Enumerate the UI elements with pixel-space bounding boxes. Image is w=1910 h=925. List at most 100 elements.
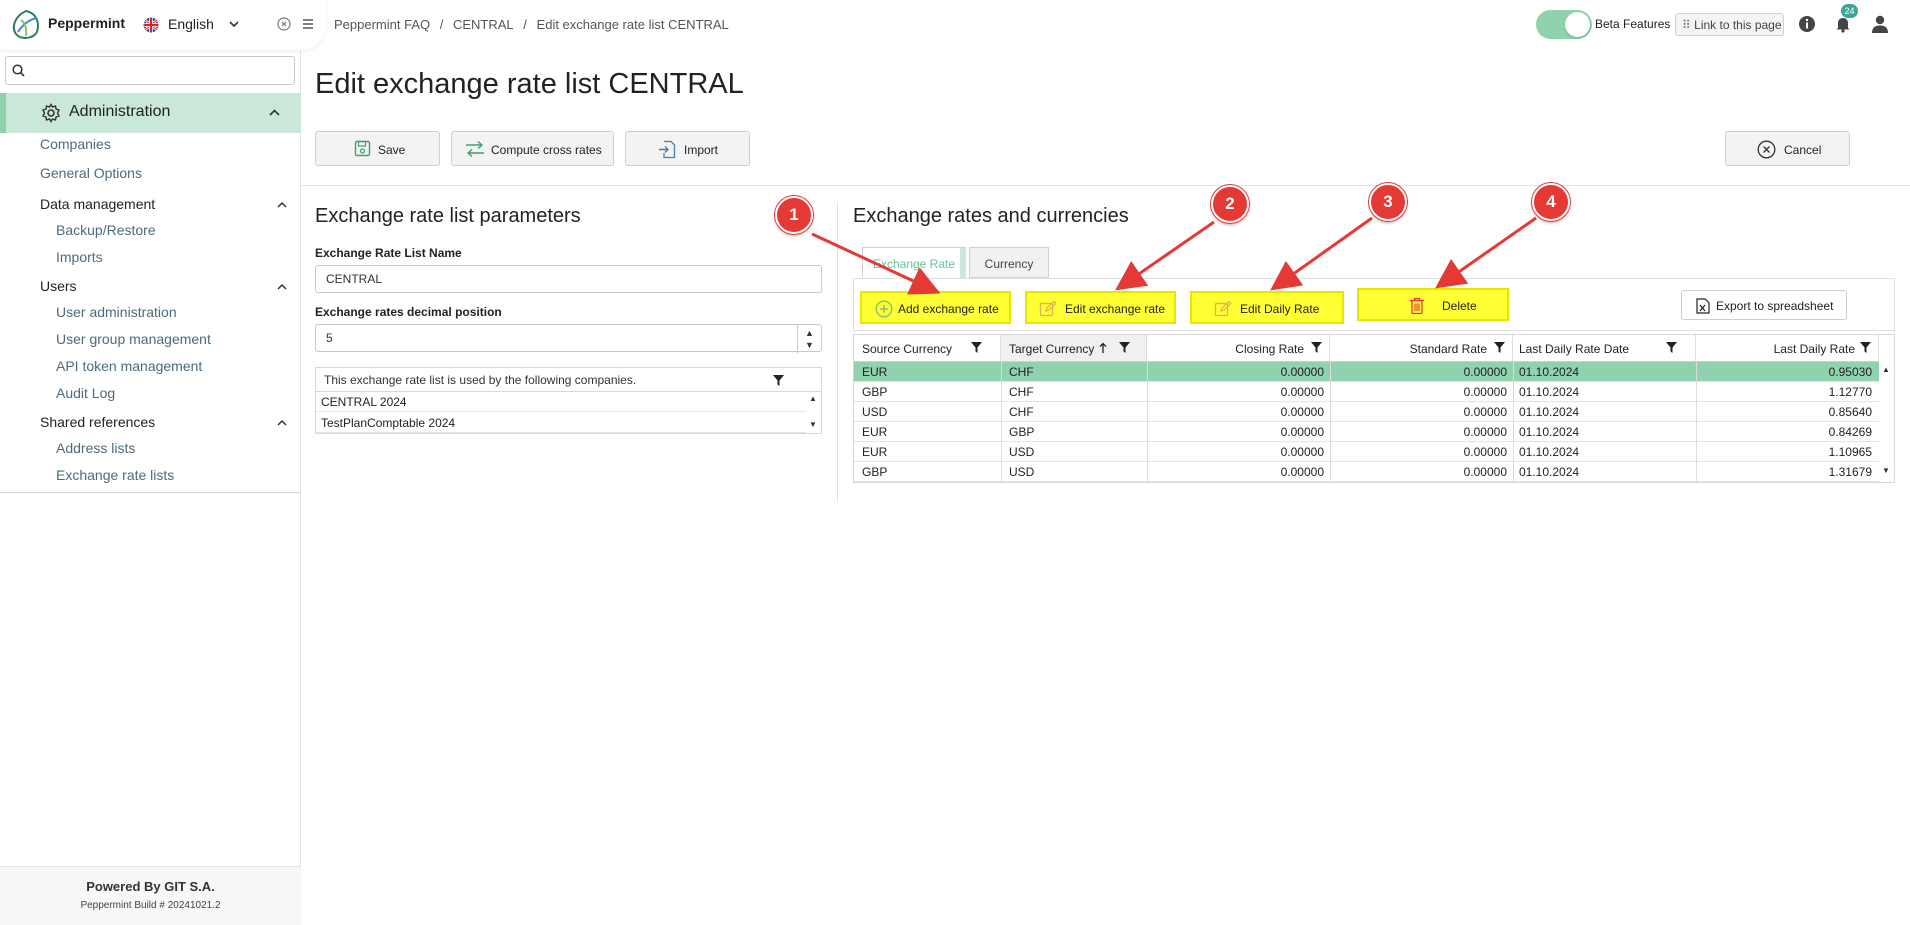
chevron-up-icon[interactable]: [276, 417, 288, 429]
breadcrumb-item[interactable]: CENTRAL: [453, 17, 514, 32]
export-spreadsheet-button[interactable]: Export to spreadsheet: [1681, 290, 1847, 320]
table-row[interactable]: USD CHF 0.00000 0.00000 01.10.2024 0.85640: [854, 402, 1879, 422]
language-selector[interactable]: English: [168, 16, 214, 32]
table-cell: CHF: [1009, 365, 1034, 379]
list-name-label: Exchange Rate List Name: [315, 246, 462, 260]
column-header-standard-rate[interactable]: Standard Rate: [1330, 335, 1513, 362]
breadcrumb-separator: /: [439, 17, 444, 32]
scroll-down-icon[interactable]: ▼: [809, 420, 817, 429]
add-exchange-rate-button[interactable]: Add exchange rate: [860, 291, 1011, 324]
table-cell: EUR: [862, 445, 888, 459]
beta-features-label: Beta Features: [1595, 17, 1671, 31]
peppermint-logo-icon[interactable]: [9, 8, 43, 42]
link-to-page-button[interactable]: ⠿ Link to this page: [1675, 13, 1784, 36]
scroll-up-icon[interactable]: ▲: [1882, 365, 1890, 374]
filter-icon[interactable]: [772, 374, 785, 387]
filter-icon[interactable]: [1310, 341, 1323, 354]
search-icon: [12, 64, 25, 77]
scroll-down-icon[interactable]: ▼: [1882, 466, 1890, 475]
app-name: Peppermint: [48, 15, 126, 31]
powered-by-text: Powered By GIT S.A.: [86, 879, 215, 894]
scroll-up-icon[interactable]: ▲: [809, 394, 817, 403]
filter-icon[interactable]: [970, 341, 983, 354]
sort-ascending-icon[interactable]: [1099, 342, 1107, 354]
info-icon[interactable]: [1798, 15, 1816, 33]
filter-icon[interactable]: [1665, 341, 1678, 354]
decimal-position-stepper[interactable]: 5 ▲ ▼: [315, 324, 822, 353]
companies-list: This exchange rate list is used by the f…: [315, 367, 822, 434]
scrollbar[interactable]: ▲ ▼: [804, 392, 821, 434]
sidebar-group-shared-references[interactable]: Shared references: [40, 414, 155, 430]
cancel-button[interactable]: Cancel: [1725, 131, 1850, 166]
list-item[interactable]: TestPlanComptable 2024: [316, 413, 806, 433]
breadcrumb: Peppermint FAQ / CENTRAL / Edit exchange…: [334, 17, 735, 32]
chevron-down-icon[interactable]: [228, 18, 240, 30]
parameters-section-title: Exchange rate list parameters: [315, 205, 581, 227]
filter-icon[interactable]: [1118, 341, 1131, 354]
table-cell: 01.10.2024: [1519, 465, 1580, 479]
callout-arrow-3: [1270, 216, 1373, 291]
table-cell: 0.00000: [1463, 385, 1507, 399]
table-row[interactable]: GBP USD 0.00000 0.00000 01.10.2024 1.31679: [854, 462, 1879, 482]
table-row[interactable]: GBP CHF 0.00000 0.00000 01.10.2024 1.12770: [854, 382, 1879, 402]
callout-badge-1: 1: [775, 196, 813, 234]
tab-exchange-rate[interactable]: Exchange Rate: [862, 247, 966, 279]
breadcrumb-item[interactable]: Peppermint FAQ: [334, 17, 430, 32]
table-cell: 0.00000: [1280, 365, 1324, 379]
user-account-icon[interactable]: [1870, 14, 1890, 34]
chevron-up-icon[interactable]: [276, 199, 288, 211]
edit-daily-rate-button[interactable]: Edit Daily Rate: [1190, 291, 1344, 324]
sidebar-item-general-options[interactable]: General Options: [40, 165, 142, 181]
search-input[interactable]: [30, 61, 285, 80]
sidebar-item-address-lists[interactable]: Address lists: [56, 440, 135, 456]
table-cell: 0.00000: [1280, 445, 1324, 459]
table-row[interactable]: EUR GBP 0.00000 0.00000 01.10.2024 0.84269: [854, 422, 1879, 442]
menu-icon[interactable]: [301, 17, 315, 31]
compute-cross-rates-button[interactable]: Compute cross rates: [451, 131, 614, 166]
table-cell: CHF: [1009, 405, 1034, 419]
tab-currency[interactable]: Currency: [969, 247, 1049, 278]
beta-features-toggle[interactable]: [1536, 10, 1592, 39]
filter-icon[interactable]: [1859, 341, 1872, 354]
import-button[interactable]: Import: [625, 131, 750, 166]
column-header-source-currency[interactable]: Source Currency: [854, 335, 1001, 362]
table-cell: USD: [1009, 445, 1035, 459]
sidebar-search[interactable]: [5, 56, 295, 85]
stepper-controls[interactable]: ▲ ▼: [797, 325, 821, 353]
chevron-up-icon[interactable]: [268, 106, 281, 119]
decimal-position-value: 5: [326, 331, 333, 345]
table-cell: 1.31679: [1828, 465, 1872, 479]
filter-icon[interactable]: [1493, 341, 1506, 354]
sidebar-group-data-management[interactable]: Data management: [40, 196, 155, 212]
table-cell: GBP: [862, 385, 888, 399]
sidebar-group-users[interactable]: Users: [40, 278, 77, 294]
sidebar-item-backup-restore[interactable]: Backup/Restore: [56, 222, 156, 238]
close-circle-icon[interactable]: [277, 17, 291, 31]
delete-button[interactable]: Delete: [1357, 288, 1509, 321]
table-cell: 01.10.2024: [1519, 425, 1580, 439]
column-header-last-daily-rate[interactable]: Last Daily Rate: [1696, 335, 1879, 362]
list-item[interactable]: CENTRAL 2024: [316, 392, 806, 412]
column-header-last-daily-rate-date[interactable]: Last Daily Rate Date: [1513, 335, 1696, 362]
sidebar-item-audit-log[interactable]: Audit Log: [56, 385, 115, 401]
save-button[interactable]: Save: [315, 131, 440, 166]
sidebar-item-user-group-management[interactable]: User group management: [56, 331, 211, 347]
table-row[interactable]: EUR USD 0.00000 0.00000 01.10.2024 1.10965: [854, 442, 1879, 462]
sidebar-section-administration[interactable]: Administration: [0, 93, 301, 133]
column-header-closing-rate[interactable]: Closing Rate: [1147, 335, 1330, 362]
sidebar-item-imports[interactable]: Imports: [56, 249, 103, 265]
sidebar-item-companies[interactable]: Companies: [40, 136, 111, 152]
list-name-input[interactable]: CENTRAL: [315, 265, 822, 293]
sidebar-item-user-administration[interactable]: User administration: [56, 304, 177, 320]
stepper-down-icon[interactable]: ▼: [805, 340, 814, 350]
edit-exchange-rate-button[interactable]: Edit exchange rate: [1025, 291, 1176, 324]
table-row[interactable]: EUR CHF 0.00000 0.00000 01.10.2024 0.95030: [854, 362, 1879, 382]
sidebar-item-exchange-rate-lists[interactable]: Exchange rate lists: [56, 467, 174, 483]
scrollbar[interactable]: ▲ ▼: [1877, 362, 1894, 482]
callout-badge-4: 4: [1532, 183, 1570, 221]
chevron-up-icon[interactable]: [276, 281, 288, 293]
sidebar-item-api-token-management[interactable]: API token management: [56, 358, 202, 374]
stepper-up-icon[interactable]: ▲: [805, 328, 814, 338]
column-header-target-currency[interactable]: Target Currency: [1001, 335, 1147, 362]
table-cell: USD: [1009, 465, 1035, 479]
